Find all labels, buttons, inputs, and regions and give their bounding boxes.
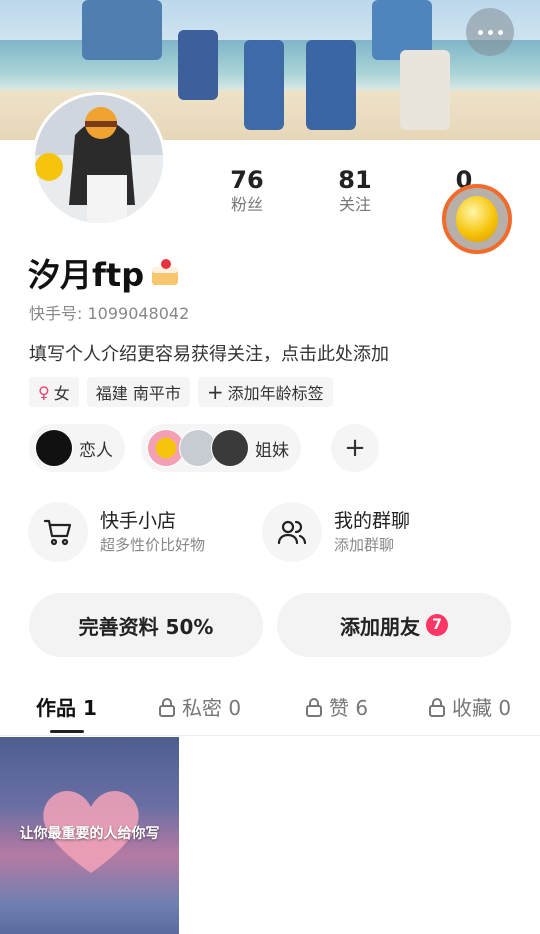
cover-figure (82, 0, 162, 60)
tab-divider (0, 735, 540, 736)
tab-private[interactable]: 私密 0 (158, 692, 241, 721)
dot-icon (487, 29, 493, 35)
profile-tags: ♀ 女 福建 南平市 + 添加年龄标签 (29, 377, 333, 407)
stat-label: 关注 (338, 195, 371, 214)
post-caption: 让你最重要的人给你写 (19, 826, 160, 842)
add-relation-button[interactable]: + (331, 424, 379, 472)
gender-label: 女 (53, 384, 70, 403)
group-icon (262, 502, 322, 562)
active-tab-indicator (50, 730, 84, 733)
location-label: 福建 南平市 (95, 384, 181, 403)
stat-number: 76 (230, 166, 264, 194)
tab-likes[interactable]: 赞 6 (305, 692, 368, 721)
gold-egg-button[interactable] (442, 184, 512, 254)
gender-tag[interactable]: ♀ 女 (29, 377, 79, 407)
shop-entry[interactable]: 快手小店 超多性价比好物 (28, 502, 205, 562)
avatar[interactable] (32, 92, 166, 226)
stat-followers[interactable]: 76 粉丝 (207, 166, 287, 216)
group-chat-entry[interactable]: 我的群聊 添加群聊 (262, 502, 410, 562)
shop-title: 快手小店 (100, 510, 177, 532)
relation-sisters[interactable]: 姐妹 (141, 424, 301, 472)
add-age-tag[interactable]: + 添加年龄标签 (197, 377, 333, 407)
group-subtitle: 添加群聊 (334, 536, 395, 554)
group-title: 我的群聊 (334, 510, 411, 532)
relation-lover[interactable]: 恋人 (29, 424, 125, 472)
complete-profile-button[interactable]: 完善资料 50% (29, 593, 263, 657)
sister-avatar (211, 429, 249, 467)
lock-icon (159, 697, 175, 717)
shop-subtitle: 超多性价比好物 (100, 536, 206, 554)
relation-label: 姐妹 (255, 440, 289, 461)
stat-number: 81 (338, 166, 372, 194)
cart-icon (28, 502, 88, 562)
age-tag-label: 添加年龄标签 (227, 384, 324, 403)
relation-label: 恋人 (79, 440, 113, 461)
lover-avatar (35, 429, 73, 467)
stat-following[interactable]: 81 关注 (315, 166, 395, 216)
cover-figure (178, 30, 218, 100)
cover-figure (400, 50, 450, 130)
more-options-button[interactable] (466, 8, 514, 56)
lock-icon (429, 697, 445, 717)
tab-label: 作品 1 (36, 696, 97, 720)
cover-figure (306, 40, 356, 130)
location-tag[interactable]: 福建 南平市 (86, 377, 190, 407)
tab-label: 私密 0 (182, 696, 242, 720)
tab-works[interactable]: 作品 1 (36, 692, 97, 721)
tab-favorites[interactable]: 收藏 0 (428, 692, 511, 721)
lock-icon (306, 697, 322, 717)
female-icon: ♀ (38, 382, 50, 402)
add-friend-label: 添加朋友 (340, 614, 420, 639)
egg-icon (456, 196, 498, 242)
cake-icon (150, 259, 180, 287)
dot-icon (497, 29, 503, 35)
stat-label: 粉丝 (230, 195, 263, 214)
avatar-image (35, 95, 163, 223)
profile-name-text: 汐月ftp (28, 256, 145, 294)
user-id[interactable]: 快手号: 1099048042 (29, 300, 189, 324)
tab-label: 收藏 0 (452, 696, 512, 720)
add-friend-button[interactable]: 添加朋友 7 (277, 593, 511, 657)
tab-label: 赞 6 (329, 696, 369, 720)
dot-icon (477, 29, 483, 35)
plus-icon: + (206, 380, 224, 404)
profile-name: 汐月ftp (28, 250, 180, 296)
cover-figure (244, 40, 284, 130)
notification-badge: 7 (426, 614, 448, 636)
bio-prompt[interactable]: 填写个人介绍更容易获得关注，点击此处添加 (29, 340, 389, 366)
post-thumbnail[interactable]: 让你最重要的人给你写 (0, 737, 179, 934)
complete-profile-label: 完善资料 50% (78, 614, 214, 639)
